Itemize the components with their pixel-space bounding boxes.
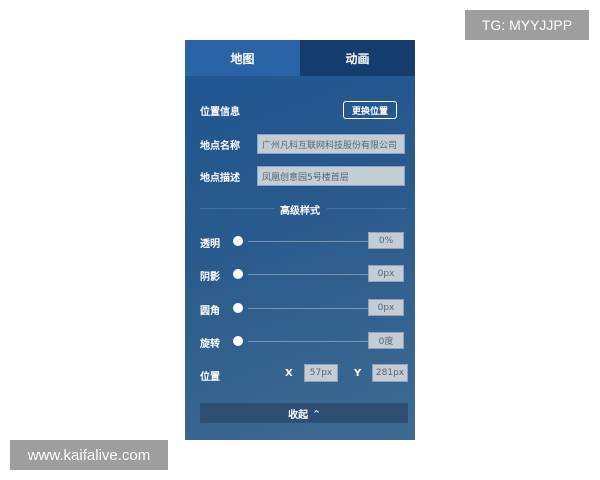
- shadow-label: 阴影: [200, 272, 220, 283]
- panel-tabs: 地图 动画: [185, 40, 415, 76]
- slider-row-rotation: 旋转 0度: [200, 332, 405, 352]
- shadow-slider-track[interactable]: [248, 274, 370, 275]
- shadow-slider-handle[interactable]: [233, 269, 243, 279]
- tg-watermark: TG: MYYJJPP: [465, 10, 589, 40]
- radius-slider-track[interactable]: [248, 308, 370, 309]
- opacity-label: 透明: [200, 239, 220, 250]
- shadow-value-field[interactable]: 0px: [368, 265, 404, 282]
- settings-panel: 地图 动画 位置信息 更换位置 地点名称 广州凡科互联网科技股份有限公司 地点描…: [185, 40, 415, 440]
- place-desc-label: 地点描述: [200, 172, 240, 184]
- rotation-slider-track[interactable]: [248, 341, 370, 342]
- advanced-style-title: 高级样式: [280, 206, 320, 217]
- rotation-label: 旋转: [200, 339, 220, 350]
- radius-slider-handle[interactable]: [233, 303, 243, 313]
- position-y-field[interactable]: 281px: [372, 364, 408, 382]
- place-name-field[interactable]: 广州凡科互联网科技股份有限公司: [257, 134, 405, 154]
- place-name-row: 地点名称 广州凡科互联网科技股份有限公司: [200, 134, 405, 154]
- radius-label: 圆角: [200, 306, 220, 317]
- change-location-button[interactable]: 更换位置: [343, 101, 397, 119]
- opacity-value-field[interactable]: 0%: [368, 232, 404, 249]
- tab-animation[interactable]: 动画: [300, 40, 415, 76]
- site-watermark: www.kaifalive.com: [10, 440, 168, 470]
- place-desc-field[interactable]: 凤凰创意园5号楼首层: [257, 166, 405, 186]
- location-info-row: 位置信息 更换位置: [200, 101, 405, 119]
- position-x-field[interactable]: 57px: [304, 364, 338, 382]
- x-axis-label: X: [285, 368, 293, 379]
- rotation-slider-handle[interactable]: [233, 336, 243, 346]
- place-name-label: 地点名称: [200, 140, 240, 152]
- slider-row-opacity: 透明 0%: [200, 232, 405, 252]
- position-label: 位置: [200, 372, 220, 383]
- opacity-slider-track[interactable]: [248, 241, 370, 242]
- y-axis-label: Y: [354, 368, 362, 379]
- radius-value-field[interactable]: 0px: [368, 299, 404, 316]
- chevron-up-icon: ^: [313, 408, 320, 418]
- rotation-value-field[interactable]: 0度: [368, 332, 404, 349]
- location-info-label: 位置信息: [200, 106, 240, 118]
- tab-map[interactable]: 地图: [185, 40, 300, 76]
- section-divider-right: [327, 208, 407, 209]
- slider-row-shadow: 阴影 0px: [200, 265, 405, 285]
- collapse-button[interactable]: 收起 ^: [200, 403, 408, 423]
- opacity-slider-handle[interactable]: [233, 236, 243, 246]
- collapse-label: 收起: [288, 409, 309, 421]
- slider-row-radius: 圆角 0px: [200, 299, 405, 319]
- place-desc-row: 地点描述 凤凰创意园5号楼首层: [200, 166, 405, 186]
